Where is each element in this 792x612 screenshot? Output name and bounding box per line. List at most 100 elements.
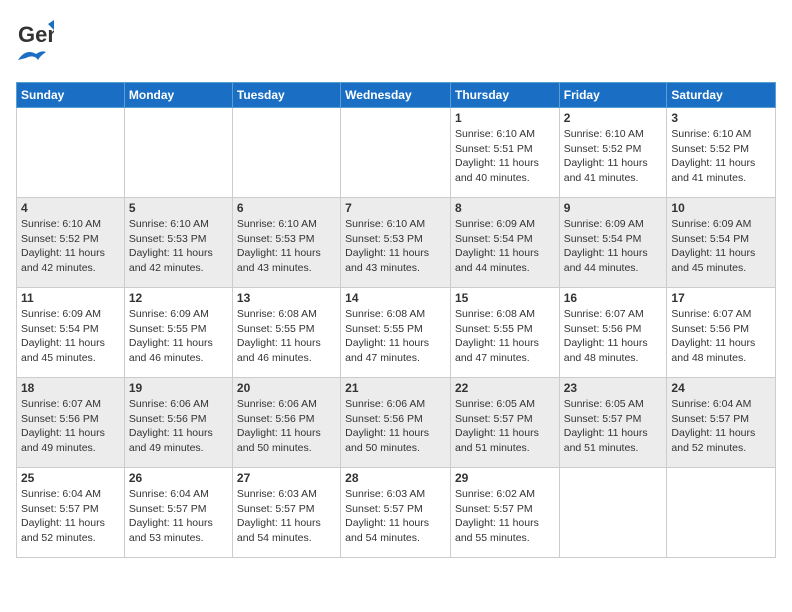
- day-number: 10: [671, 201, 771, 215]
- calendar-cell: [232, 108, 340, 198]
- day-header-friday: Friday: [559, 83, 667, 108]
- day-info: Sunrise: 6:10 AM Sunset: 5:52 PM Dayligh…: [671, 127, 771, 186]
- calendar-cell: 7 Sunrise: 6:10 AM Sunset: 5:53 PM Daylig…: [341, 198, 451, 288]
- calendar-cell: [667, 468, 776, 558]
- day-number: 15: [455, 291, 555, 305]
- day-info: Sunrise: 6:07 AM Sunset: 5:56 PM Dayligh…: [671, 307, 771, 366]
- calendar-week-row: 11 Sunrise: 6:09 AM Sunset: 5:54 PM Dayli…: [17, 288, 776, 378]
- logo-bird-icon: [16, 46, 48, 74]
- calendar-cell: 15 Sunrise: 6:08 AM Sunset: 5:55 PM Dayli…: [450, 288, 559, 378]
- day-number: 27: [237, 471, 336, 485]
- day-info: Sunrise: 6:03 AM Sunset: 5:57 PM Dayligh…: [345, 487, 446, 546]
- day-number: 20: [237, 381, 336, 395]
- day-info: Sunrise: 6:09 AM Sunset: 5:54 PM Dayligh…: [671, 217, 771, 276]
- svg-text:General: General: [18, 22, 54, 47]
- day-info: Sunrise: 6:06 AM Sunset: 5:56 PM Dayligh…: [129, 397, 228, 456]
- day-info: Sunrise: 6:07 AM Sunset: 5:56 PM Dayligh…: [564, 307, 663, 366]
- day-info: Sunrise: 6:10 AM Sunset: 5:53 PM Dayligh…: [345, 217, 446, 276]
- day-header-sunday: Sunday: [17, 83, 125, 108]
- calendar-week-row: 4 Sunrise: 6:10 AM Sunset: 5:52 PM Daylig…: [17, 198, 776, 288]
- calendar-cell: [341, 108, 451, 198]
- day-info: Sunrise: 6:08 AM Sunset: 5:55 PM Dayligh…: [345, 307, 446, 366]
- day-number: 23: [564, 381, 663, 395]
- day-number: 4: [21, 201, 120, 215]
- day-number: 13: [237, 291, 336, 305]
- calendar-cell: 11 Sunrise: 6:09 AM Sunset: 5:54 PM Dayli…: [17, 288, 125, 378]
- day-info: Sunrise: 6:05 AM Sunset: 5:57 PM Dayligh…: [455, 397, 555, 456]
- calendar-cell: 10 Sunrise: 6:09 AM Sunset: 5:54 PM Dayli…: [667, 198, 776, 288]
- day-info: Sunrise: 6:10 AM Sunset: 5:53 PM Dayligh…: [237, 217, 336, 276]
- day-header-monday: Monday: [124, 83, 232, 108]
- day-number: 16: [564, 291, 663, 305]
- calendar-cell: [124, 108, 232, 198]
- day-number: 24: [671, 381, 771, 395]
- calendar-cell: 20 Sunrise: 6:06 AM Sunset: 5:56 PM Dayli…: [232, 378, 340, 468]
- calendar-cell: 24 Sunrise: 6:04 AM Sunset: 5:57 PM Dayli…: [667, 378, 776, 468]
- day-number: 22: [455, 381, 555, 395]
- day-info: Sunrise: 6:04 AM Sunset: 5:57 PM Dayligh…: [21, 487, 120, 546]
- calendar-week-row: 1 Sunrise: 6:10 AM Sunset: 5:51 PM Daylig…: [17, 108, 776, 198]
- day-number: 26: [129, 471, 228, 485]
- day-info: Sunrise: 6:02 AM Sunset: 5:57 PM Dayligh…: [455, 487, 555, 546]
- day-info: Sunrise: 6:03 AM Sunset: 5:57 PM Dayligh…: [237, 487, 336, 546]
- day-info: Sunrise: 6:06 AM Sunset: 5:56 PM Dayligh…: [237, 397, 336, 456]
- day-header-thursday: Thursday: [450, 83, 559, 108]
- calendar-cell: 27 Sunrise: 6:03 AM Sunset: 5:57 PM Dayli…: [232, 468, 340, 558]
- day-info: Sunrise: 6:08 AM Sunset: 5:55 PM Dayligh…: [455, 307, 555, 366]
- day-number: 12: [129, 291, 228, 305]
- calendar-cell: 23 Sunrise: 6:05 AM Sunset: 5:57 PM Dayli…: [559, 378, 667, 468]
- day-info: Sunrise: 6:06 AM Sunset: 5:56 PM Dayligh…: [345, 397, 446, 456]
- day-info: Sunrise: 6:07 AM Sunset: 5:56 PM Dayligh…: [21, 397, 120, 456]
- calendar-cell: 25 Sunrise: 6:04 AM Sunset: 5:57 PM Dayli…: [17, 468, 125, 558]
- day-header-wednesday: Wednesday: [341, 83, 451, 108]
- day-info: Sunrise: 6:10 AM Sunset: 5:51 PM Dayligh…: [455, 127, 555, 186]
- calendar-cell: 21 Sunrise: 6:06 AM Sunset: 5:56 PM Dayli…: [341, 378, 451, 468]
- day-info: Sunrise: 6:10 AM Sunset: 5:53 PM Dayligh…: [129, 217, 228, 276]
- day-number: 6: [237, 201, 336, 215]
- calendar-cell: 14 Sunrise: 6:08 AM Sunset: 5:55 PM Dayli…: [341, 288, 451, 378]
- calendar-cell: 28Sunrise: 6:03 AM Sunset: 5:57 PM Dayli…: [341, 468, 451, 558]
- calendar-week-row: 18 Sunrise: 6:07 AM Sunset: 5:56 PM Dayli…: [17, 378, 776, 468]
- calendar-cell: 9Sunrise: 6:09 AM Sunset: 5:54 PM Daylig…: [559, 198, 667, 288]
- calendar-cell: 12 Sunrise: 6:09 AM Sunset: 5:55 PM Dayli…: [124, 288, 232, 378]
- calendar-cell: 2Sunrise: 6:10 AM Sunset: 5:52 PM Daylig…: [559, 108, 667, 198]
- calendar-cell: 18 Sunrise: 6:07 AM Sunset: 5:56 PM Dayli…: [17, 378, 125, 468]
- day-info: Sunrise: 6:10 AM Sunset: 5:52 PM Dayligh…: [21, 217, 120, 276]
- day-number: 7: [345, 201, 446, 215]
- calendar-cell: 5Sunrise: 6:10 AM Sunset: 5:53 PM Daylig…: [124, 198, 232, 288]
- day-info: Sunrise: 6:04 AM Sunset: 5:57 PM Dayligh…: [129, 487, 228, 546]
- day-number: 18: [21, 381, 120, 395]
- day-number: 1: [455, 111, 555, 125]
- calendar-cell: 6 Sunrise: 6:10 AM Sunset: 5:53 PM Daylig…: [232, 198, 340, 288]
- calendar-cell: 8 Sunrise: 6:09 AM Sunset: 5:54 PM Daylig…: [450, 198, 559, 288]
- day-number: 17: [671, 291, 771, 305]
- day-info: Sunrise: 6:04 AM Sunset: 5:57 PM Dayligh…: [671, 397, 771, 456]
- calendar-cell: 26 Sunrise: 6:04 AM Sunset: 5:57 PM Dayli…: [124, 468, 232, 558]
- calendar-header-row: SundayMondayTuesdayWednesdayThursdayFrid…: [17, 83, 776, 108]
- day-number: 21: [345, 381, 446, 395]
- day-info: Sunrise: 6:08 AM Sunset: 5:55 PM Dayligh…: [237, 307, 336, 366]
- day-header-tuesday: Tuesday: [232, 83, 340, 108]
- page-header: General: [16, 16, 776, 74]
- day-number: 8: [455, 201, 555, 215]
- day-header-saturday: Saturday: [667, 83, 776, 108]
- calendar-cell: 19 Sunrise: 6:06 AM Sunset: 5:56 PM Dayli…: [124, 378, 232, 468]
- day-number: 25: [21, 471, 120, 485]
- day-info: Sunrise: 6:10 AM Sunset: 5:52 PM Dayligh…: [564, 127, 663, 186]
- day-number: 19: [129, 381, 228, 395]
- calendar-cell: 13 Sunrise: 6:08 AM Sunset: 5:55 PM Dayli…: [232, 288, 340, 378]
- calendar-cell: 22 Sunrise: 6:05 AM Sunset: 5:57 PM Dayli…: [450, 378, 559, 468]
- day-number: 29: [455, 471, 555, 485]
- logo: General: [16, 16, 54, 74]
- day-info: Sunrise: 6:09 AM Sunset: 5:54 PM Dayligh…: [564, 217, 663, 276]
- calendar-cell: 1 Sunrise: 6:10 AM Sunset: 5:51 PM Daylig…: [450, 108, 559, 198]
- day-info: Sunrise: 6:09 AM Sunset: 5:55 PM Dayligh…: [129, 307, 228, 366]
- day-number: 14: [345, 291, 446, 305]
- day-info: Sunrise: 6:09 AM Sunset: 5:54 PM Dayligh…: [21, 307, 120, 366]
- calendar-cell: 29 Sunrise: 6:02 AM Sunset: 5:57 PM Dayli…: [450, 468, 559, 558]
- day-info: Sunrise: 6:09 AM Sunset: 5:54 PM Dayligh…: [455, 217, 555, 276]
- day-number: 11: [21, 291, 120, 305]
- calendar-cell: [559, 468, 667, 558]
- day-info: Sunrise: 6:05 AM Sunset: 5:57 PM Dayligh…: [564, 397, 663, 456]
- calendar-cell: 3Sunrise: 6:10 AM Sunset: 5:52 PM Daylig…: [667, 108, 776, 198]
